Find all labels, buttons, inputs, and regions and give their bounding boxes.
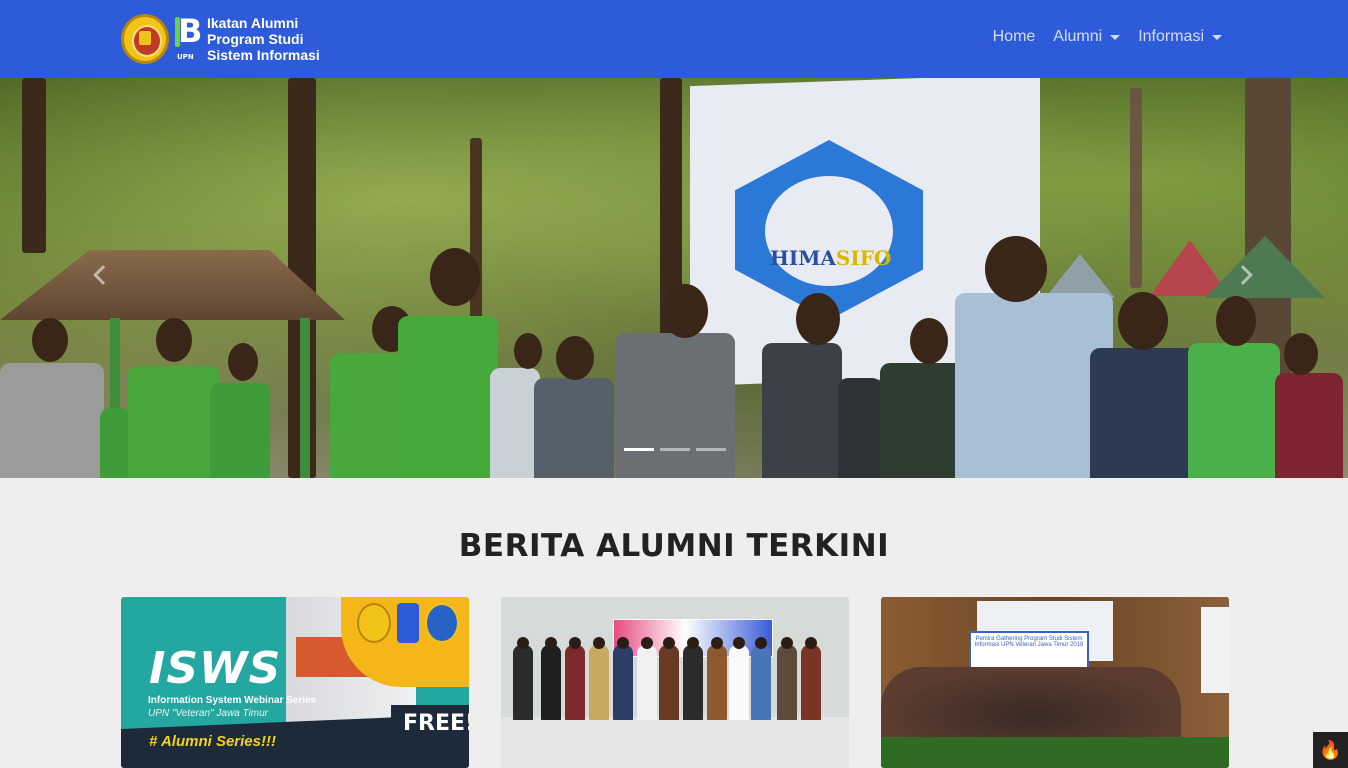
person xyxy=(777,645,797,720)
alumni-series-tag: # Alumni Series!!! xyxy=(149,733,276,750)
person xyxy=(100,408,130,478)
person xyxy=(541,645,561,720)
person xyxy=(513,645,533,720)
person xyxy=(0,363,104,478)
person xyxy=(637,645,657,720)
news-card-kuliah-tamu[interactable] xyxy=(501,597,849,768)
program-b-logo xyxy=(397,603,419,643)
person-head xyxy=(556,336,594,380)
projector-screen xyxy=(1201,607,1229,693)
section-title: BERITA ALUMNI TERKINI xyxy=(458,528,890,564)
isws-subtitle-2: UPN "Veteran" Jawa Timur xyxy=(148,708,269,719)
nav-home[interactable]: Home xyxy=(993,28,1036,46)
person xyxy=(128,366,220,478)
person-head xyxy=(514,333,542,369)
person xyxy=(490,368,540,478)
person-head xyxy=(711,637,723,649)
person xyxy=(210,383,270,478)
tree-trunk xyxy=(22,78,46,253)
floor xyxy=(501,717,849,768)
person-head xyxy=(663,637,675,649)
person-head xyxy=(156,318,192,362)
person-head xyxy=(1118,292,1168,350)
isws-title: ISWS xyxy=(149,643,282,694)
person-head xyxy=(781,637,793,649)
brand-title: Ikatan Alumni Program Studi Sistem Infor… xyxy=(207,15,320,63)
person xyxy=(659,645,679,720)
group-photo-crowd xyxy=(881,667,1181,747)
person xyxy=(534,378,614,478)
person xyxy=(589,645,609,720)
person-head xyxy=(733,637,745,649)
person-head xyxy=(430,248,480,306)
tree-trunk xyxy=(1130,88,1142,288)
person-head xyxy=(617,637,629,649)
person xyxy=(801,645,821,720)
person xyxy=(615,333,735,478)
person-head xyxy=(569,637,581,649)
brand-line-2: Program Studi xyxy=(207,31,304,47)
faculty-logo xyxy=(425,603,459,643)
person xyxy=(729,645,749,720)
person-head xyxy=(985,236,1047,302)
isws-subtitle: Information System Webinar Series xyxy=(148,695,317,706)
person-head xyxy=(662,284,708,338)
person-head xyxy=(228,343,258,381)
caret-down-icon xyxy=(1212,34,1222,40)
person xyxy=(1275,373,1343,478)
nav-informasi-dropdown[interactable]: Informasi xyxy=(1138,28,1222,46)
person xyxy=(762,343,842,478)
university-seal-logo xyxy=(357,603,391,643)
university-seal-logo xyxy=(121,14,169,64)
person xyxy=(1188,343,1280,478)
person xyxy=(707,645,727,720)
plants xyxy=(881,737,1229,768)
fire-icon[interactable]: 🔥 xyxy=(1313,732,1348,768)
person xyxy=(751,645,771,720)
carousel-indicator-2[interactable] xyxy=(660,448,690,451)
brand-line-1: Ikatan Alumni xyxy=(207,15,299,31)
person-head xyxy=(796,293,840,345)
hero-carousel: HIMASIFO xyxy=(0,78,1348,478)
person-head xyxy=(517,637,529,649)
brand-line-3: Sistem Informasi xyxy=(207,47,320,63)
navbar: B UPN Ikatan Alumni Program Studi Sistem… xyxy=(0,0,1348,78)
person-head xyxy=(593,637,605,649)
news-card-gathering[interactable]: Pemira Gathering Program Studi Sistem In… xyxy=(881,597,1229,768)
carousel-indicator-1[interactable] xyxy=(624,448,654,451)
caret-down-icon xyxy=(1110,34,1121,40)
carousel-indicator-3[interactable] xyxy=(696,448,726,451)
person-head xyxy=(805,637,817,649)
nav-alumni-dropdown[interactable]: Alumni xyxy=(1053,28,1121,46)
brand-link[interactable]: B UPN Ikatan Alumni Program Studi Sistem… xyxy=(121,12,320,66)
main-menu: Home Alumni Informasi xyxy=(993,28,1222,46)
program-b-logo: B UPN xyxy=(175,12,203,61)
gathering-banner: Pemira Gathering Program Studi Sistem In… xyxy=(969,631,1089,669)
hima-banner-text: HIMASIFO xyxy=(770,246,892,270)
person-head xyxy=(687,637,699,649)
person xyxy=(1090,348,1200,478)
hut-post xyxy=(300,318,310,478)
news-card-isws[interactable]: ISWS Information System Webinar Series U… xyxy=(121,597,469,768)
person-head xyxy=(32,318,68,362)
person-head xyxy=(641,637,653,649)
person-head xyxy=(910,318,948,364)
person-head xyxy=(1284,333,1318,375)
free-label: FREE! xyxy=(403,711,469,736)
person xyxy=(683,645,703,720)
person-head xyxy=(545,637,557,649)
person xyxy=(398,316,498,478)
person xyxy=(838,378,882,478)
carousel-indicators xyxy=(624,448,726,451)
person xyxy=(565,645,585,720)
person-head xyxy=(1216,296,1256,346)
person-head xyxy=(755,637,767,649)
person xyxy=(613,645,633,720)
